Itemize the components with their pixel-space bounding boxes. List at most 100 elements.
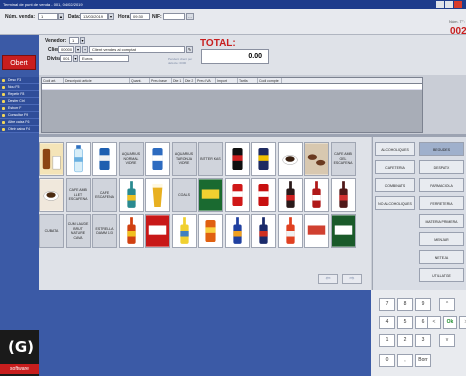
keypad-key[interactable]: 9	[415, 298, 431, 311]
keypad-key[interactable]: 5	[397, 316, 413, 329]
num-venda-spinner[interactable]: ▲	[58, 13, 64, 20]
product-tile[interactable]	[251, 178, 276, 212]
table-row[interactable]	[42, 84, 422, 90]
keypad-key[interactable]: 0	[379, 354, 395, 367]
product-tile[interactable]: BITTER KAS	[198, 142, 223, 176]
column-header[interactable]: Quant.	[130, 78, 150, 83]
divisa-picker[interactable]: ▾	[73, 55, 78, 62]
keypad-key[interactable]: v	[439, 334, 455, 347]
nif-button[interactable]: …	[186, 13, 194, 20]
category-button[interactable]: BEGUDES	[419, 142, 464, 156]
venedor-picker[interactable]: ▾	[80, 37, 85, 44]
product-tile[interactable]	[65, 142, 91, 176]
table-body[interactable]	[42, 84, 422, 132]
minimize-button[interactable]	[436, 1, 444, 8]
product-tile[interactable]	[224, 178, 250, 212]
product-tile[interactable]	[92, 142, 117, 176]
category-button[interactable]: MATERIA PRIMERA	[419, 214, 464, 228]
category-button[interactable]: MENJAR	[419, 232, 464, 246]
product-tile[interactable]	[277, 142, 303, 176]
product-tile[interactable]: CUM LAUDE BRUT NATURE CAVA	[65, 214, 91, 248]
product-tile[interactable]	[39, 142, 64, 176]
category-button[interactable]: DESPATX	[419, 160, 464, 174]
left-action-item[interactable]: Esborr F	[0, 105, 39, 112]
column-header[interactable]: Codi compte	[258, 78, 282, 83]
date-dropdown[interactable]: ▾	[108, 13, 114, 20]
product-tile[interactable]	[304, 214, 329, 248]
products-prev-button[interactable]: ⇦	[318, 274, 338, 284]
product-tile[interactable]: AQUARIUS TARONJA VIDRE	[171, 142, 197, 176]
keypad-key[interactable]: 8	[397, 298, 413, 311]
num-venda-field[interactable]: 1	[38, 13, 58, 20]
keypad-key[interactable]: Ok	[443, 316, 457, 329]
hour-field[interactable]: 09:30	[130, 13, 150, 20]
keypad-key[interactable]: >	[459, 316, 466, 329]
keypad-key[interactable]: ,	[397, 354, 413, 367]
product-tile[interactable]: ESTRELLA DAMM 1/3	[92, 214, 117, 248]
keypad-key[interactable]: 7	[379, 298, 395, 311]
client-code-field[interactable]: 00000	[58, 46, 74, 53]
column-header[interactable]: Preu IVA	[196, 78, 216, 83]
left-action-item[interactable]: Obrir caixa F4	[0, 126, 39, 133]
left-action-item[interactable]: Altre caixa F6	[0, 119, 39, 126]
keypad-key[interactable]: 3	[415, 334, 431, 347]
category-button[interactable]: NETEJA	[419, 250, 464, 264]
keypad-key[interactable]: 1	[379, 334, 395, 347]
product-tile[interactable]	[224, 142, 250, 176]
product-tile[interactable]	[145, 214, 170, 248]
column-header[interactable]: Import	[216, 78, 238, 83]
nif-field[interactable]	[163, 13, 185, 20]
category-button[interactable]: UTILLATGE	[419, 268, 464, 282]
date-field[interactable]: 13/03/2019	[80, 13, 108, 20]
product-tile[interactable]	[118, 214, 144, 248]
subcategory-button[interactable]: COMBINATS	[375, 178, 415, 192]
product-tile[interactable]	[251, 214, 276, 248]
subcategory-button[interactable]: ALCOHOLIQUES	[375, 142, 415, 156]
column-header[interactable]: Descripció article	[64, 78, 130, 83]
product-tile[interactable]	[145, 142, 170, 176]
category-button[interactable]: FARMACIOLA	[419, 178, 464, 192]
category-button[interactable]: FERRETERIA	[419, 196, 464, 210]
column-header[interactable]: Dte 1	[172, 78, 184, 83]
subcategory-button[interactable]: NO ALCOHOLIQUES	[375, 196, 415, 210]
product-tile[interactable]: AQUARIUS NORMAL VIDRE	[118, 142, 144, 176]
keypad-key[interactable]: 2	[397, 334, 413, 347]
product-tile[interactable]	[39, 178, 64, 212]
product-tile[interactable]	[277, 178, 303, 212]
product-tile[interactable]: CAFE AMB GEL ESCAFENA	[330, 142, 356, 176]
subcategory-button[interactable]: CAFETERIA	[375, 160, 415, 174]
column-header[interactable]: Dte 2	[184, 78, 196, 83]
column-header[interactable]: Codi art.	[42, 78, 64, 83]
client-edit-button[interactable]: ✎	[186, 46, 193, 53]
product-tile[interactable]: COALS	[171, 178, 197, 212]
left-action-item[interactable]: Desfer Ctrl	[0, 98, 39, 105]
column-header[interactable]: Preu base	[150, 78, 172, 83]
product-tile[interactable]	[118, 178, 144, 212]
product-tile[interactable]	[330, 178, 356, 212]
product-tile[interactable]	[277, 214, 303, 248]
client-search-button[interactable]: ▾	[75, 46, 81, 53]
product-tile[interactable]	[304, 178, 329, 212]
keypad-key[interactable]: ^	[439, 298, 455, 311]
maximize-button[interactable]	[445, 1, 453, 8]
client-new-button[interactable]: +	[82, 46, 88, 53]
products-next-button[interactable]: ⇨	[342, 274, 362, 284]
keypad-key[interactable]: <	[427, 316, 441, 329]
keypad-key[interactable]: Borr	[415, 354, 431, 367]
product-tile[interactable]	[198, 178, 223, 212]
obert-button[interactable]: Obert	[2, 55, 36, 70]
close-button[interactable]	[454, 1, 462, 8]
venedor-field[interactable]: 1	[69, 37, 79, 44]
product-tile[interactable]: CAFE AMB LLET ESCAFENA	[65, 178, 91, 212]
product-tile[interactable]	[304, 142, 329, 176]
column-header[interactable]: Tarifa	[238, 78, 258, 83]
product-tile[interactable]: CUBATA	[39, 214, 64, 248]
product-tile[interactable]	[251, 142, 276, 176]
divisa-code-field[interactable]: 001	[60, 55, 72, 62]
left-action-item[interactable]: Consultar F9	[0, 112, 39, 119]
product-tile[interactable]	[145, 178, 170, 212]
left-action-item[interactable]: Nou F5	[0, 84, 39, 91]
product-tile[interactable]: CAFE ESCAFENA	[92, 178, 117, 212]
product-tile[interactable]	[224, 214, 250, 248]
left-action-item[interactable]: Desc F3	[0, 77, 39, 84]
